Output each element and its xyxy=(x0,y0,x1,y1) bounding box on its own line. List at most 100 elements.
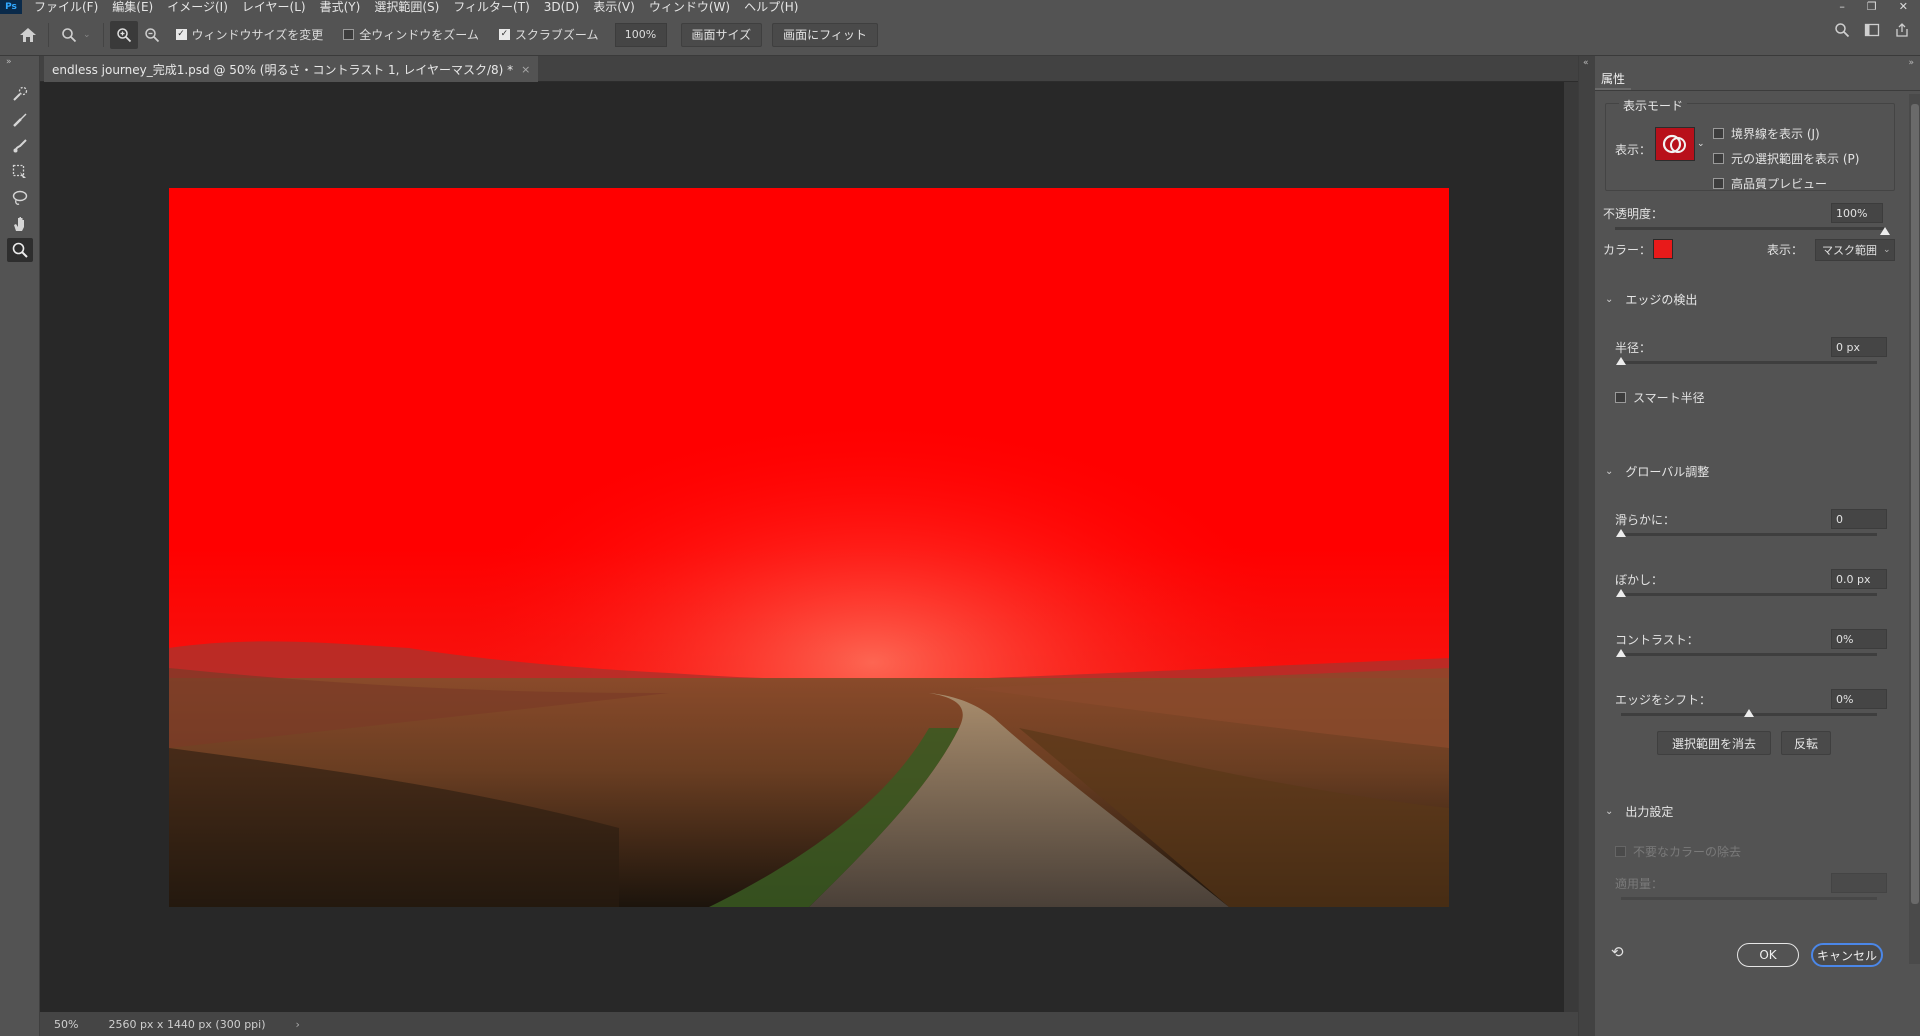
search-icon[interactable] xyxy=(1834,22,1850,41)
show-edges-checkbox[interactable] xyxy=(1713,128,1724,139)
chevron-down-icon: ⌄ xyxy=(1605,294,1614,305)
scrubby-zoom-label: スクラブズーム xyxy=(514,28,599,42)
brush-tool-icon[interactable] xyxy=(7,134,33,158)
scrubby-zoom-option[interactable]: ✓ スクラブズーム xyxy=(498,26,599,43)
menu-select[interactable]: 選択範囲(S) xyxy=(374,0,439,14)
zoom-tool-icon[interactable] xyxy=(7,238,33,262)
chevron-down-icon[interactable]: ⌄ xyxy=(83,30,91,40)
hq-preview-checkbox[interactable] xyxy=(1713,178,1724,189)
show-edges-option[interactable]: 境界線を表示 (J) xyxy=(1713,125,1820,142)
menu-type[interactable]: 書式(Y) xyxy=(320,0,361,14)
zoom-level[interactable]: 50% xyxy=(54,1018,78,1031)
properties-tab[interactable]: 属性 xyxy=(1595,68,1631,90)
invert-button[interactable]: 反転 xyxy=(1781,731,1831,755)
hq-preview-option[interactable]: 高品質プレビュー xyxy=(1713,175,1827,192)
contrast-field[interactable]: 0% xyxy=(1831,629,1887,649)
edge-detection-header[interactable]: ⌄ エッジの検出 xyxy=(1605,291,1697,308)
resize-windows-checkbox[interactable]: ✓ xyxy=(175,29,187,40)
hand-tool-icon[interactable] xyxy=(7,212,33,236)
object-selection-icon[interactable] xyxy=(7,160,33,184)
radius-label: 半径： xyxy=(1615,341,1652,355)
properties-scroll-thumb[interactable] xyxy=(1911,104,1919,904)
mask-color-swatch[interactable] xyxy=(1653,239,1673,259)
properties-scrollbar[interactable] xyxy=(1909,94,1920,964)
zoom-tool-preset-icon[interactable] xyxy=(55,21,83,49)
opacity-label: 不透明度： xyxy=(1603,207,1664,221)
lasso-tool-icon[interactable] xyxy=(7,186,33,210)
smooth-slider-knob[interactable] xyxy=(1616,529,1626,537)
home-icon[interactable] xyxy=(14,21,42,49)
menu-filter[interactable]: フィルター(T) xyxy=(453,0,529,14)
clear-selection-button[interactable]: 選択範囲を消去 xyxy=(1657,731,1771,755)
decontaminate-option[interactable]: 不要なカラーの除去 xyxy=(1615,843,1741,860)
toolbar-collapse-icon[interactable]: » xyxy=(0,56,39,68)
status-bar: 50% 2560 px x 1440 px (300 ppi) › xyxy=(40,1012,1578,1036)
minimize-icon[interactable]: – xyxy=(1839,0,1845,13)
global-refinements-header[interactable]: ⌄ グローバル調整 xyxy=(1605,463,1709,480)
contrast-slider-knob[interactable] xyxy=(1616,649,1626,657)
feather-slider-knob[interactable] xyxy=(1616,589,1626,597)
menu-edit[interactable]: 編集(E) xyxy=(112,0,153,14)
quick-selection-icon[interactable] xyxy=(7,82,33,106)
status-menu-arrow-icon[interactable]: › xyxy=(296,1018,300,1031)
zoom-all-windows-checkbox[interactable] xyxy=(343,29,355,40)
radius-slider-knob[interactable] xyxy=(1616,357,1626,365)
zoom-all-windows-label: 全ウィンドウをズーム xyxy=(359,28,479,42)
opacity-slider-knob[interactable] xyxy=(1880,227,1890,235)
close-window-icon[interactable]: ✕ xyxy=(1899,0,1908,13)
radius-slider[interactable] xyxy=(1621,361,1877,364)
fill-screen-button[interactable]: 画面にフィット xyxy=(772,22,878,47)
document-tab-bar: endless journey_完成1.psd @ 50% (明るさ・コントラス… xyxy=(40,56,1578,82)
menu-layer[interactable]: レイヤー(L) xyxy=(242,0,306,14)
menu-help[interactable]: ヘルプ(H) xyxy=(744,0,798,14)
ok-button[interactable]: OK xyxy=(1737,943,1799,967)
zoom-percent-field[interactable]: 100% xyxy=(614,22,667,47)
output-settings-header[interactable]: ⌄ 出力設定 xyxy=(1605,803,1673,820)
smooth-field[interactable]: 0 xyxy=(1831,509,1887,529)
restore-icon[interactable]: ❐ xyxy=(1867,0,1877,13)
display-mode-dropdown[interactable]: マスク範囲 ⌄ xyxy=(1815,239,1895,261)
opacity-slider[interactable] xyxy=(1615,227,1885,230)
fit-screen-button[interactable]: 画面サイズ xyxy=(680,22,763,47)
zoom-in-icon[interactable] xyxy=(109,20,138,49)
close-tab-icon[interactable]: × xyxy=(521,63,530,76)
zoom-all-windows-option[interactable]: 全ウィンドウをズーム xyxy=(343,26,479,43)
scrubby-zoom-checkbox[interactable]: ✓ xyxy=(498,29,510,40)
document-tab[interactable]: endless journey_完成1.psd @ 50% (明るさ・コントラス… xyxy=(44,56,539,82)
decontaminate-checkbox[interactable] xyxy=(1615,846,1626,857)
chevron-down-icon: ⌄ xyxy=(1883,245,1891,255)
share-icon[interactable] xyxy=(1894,22,1910,41)
contrast-label: コントラスト： xyxy=(1615,633,1699,647)
show-original-option[interactable]: 元の選択範囲を表示 (P) xyxy=(1713,150,1859,167)
shift-edge-slider-knob[interactable] xyxy=(1744,709,1754,717)
view-mode-thumbnail[interactable] xyxy=(1655,127,1695,161)
shift-edge-field[interactable]: 0% xyxy=(1831,689,1887,709)
workspace-icon[interactable] xyxy=(1864,22,1880,41)
reset-icon[interactable]: ⟲ xyxy=(1611,943,1624,961)
menu-view[interactable]: 表示(V) xyxy=(593,0,635,14)
menu-file[interactable]: ファイル(F) xyxy=(34,0,98,14)
smart-radius-option[interactable]: スマート半径 xyxy=(1615,389,1705,406)
view-mode-dropdown-icon[interactable]: ⌄ xyxy=(1697,139,1705,149)
radius-field[interactable]: 0 px xyxy=(1831,337,1887,357)
menu-window[interactable]: ウィンドウ(W) xyxy=(649,0,730,14)
smooth-slider[interactable] xyxy=(1621,533,1877,536)
refine-edge-brush-icon[interactable] xyxy=(7,108,33,132)
feather-slider[interactable] xyxy=(1621,593,1877,596)
menu-3d[interactable]: 3D(D) xyxy=(544,0,579,14)
cancel-button[interactable]: キャンセル xyxy=(1811,943,1883,967)
image-canvas[interactable] xyxy=(169,188,1449,907)
display-label: 表示： xyxy=(1767,243,1804,257)
contrast-slider[interactable] xyxy=(1621,653,1877,656)
canvas-viewport[interactable] xyxy=(40,82,1578,1012)
show-original-checkbox[interactable] xyxy=(1713,153,1724,164)
resize-windows-option[interactable]: ✓ ウィンドウサイズを変更 xyxy=(175,26,323,43)
smart-radius-checkbox[interactable] xyxy=(1615,392,1626,403)
menu-image[interactable]: イメージ(I) xyxy=(167,0,228,14)
expand-dock-icon[interactable]: « xyxy=(1583,58,1589,68)
collapse-dock-icon[interactable]: » xyxy=(1908,58,1914,68)
zoom-out-icon[interactable] xyxy=(138,21,166,49)
feather-field[interactable]: 0.0 px xyxy=(1831,569,1887,589)
vertical-scrollbar[interactable] xyxy=(1564,82,1578,1012)
opacity-field[interactable]: 100% xyxy=(1831,203,1883,223)
